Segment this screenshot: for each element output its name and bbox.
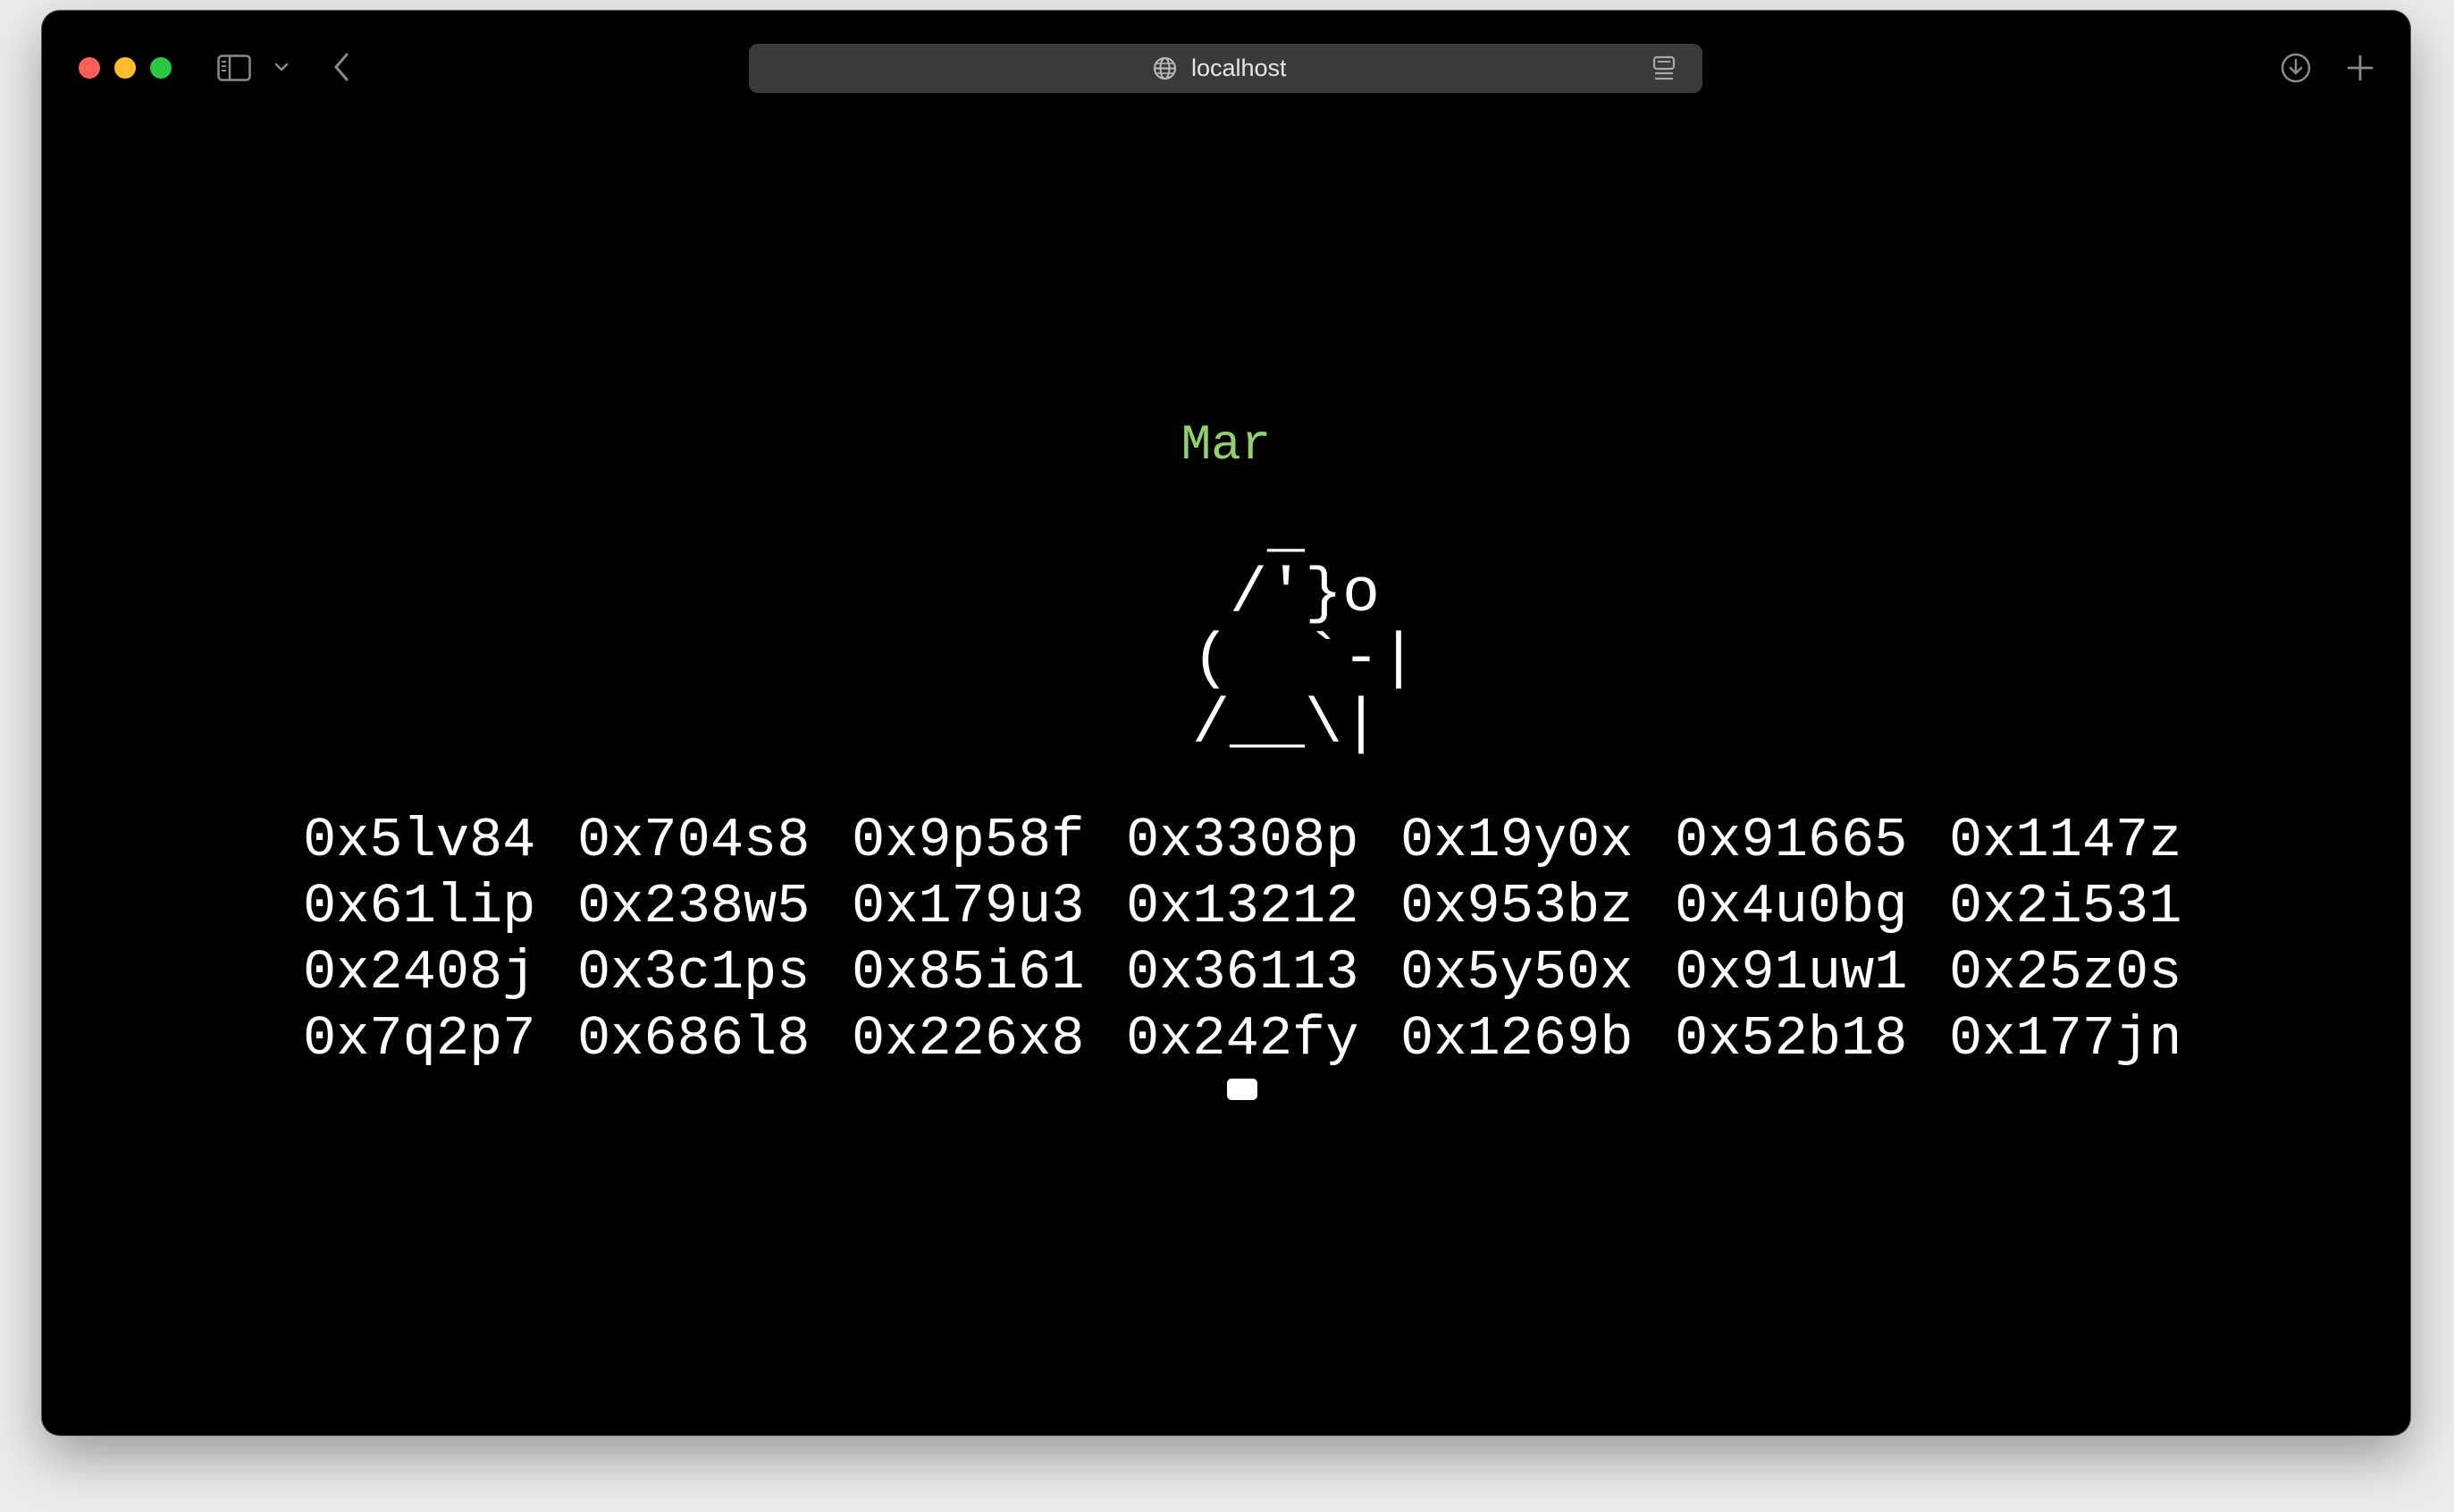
- hex-code: 0x91665: [1675, 809, 1908, 872]
- globe-icon: [1153, 56, 1177, 80]
- sidebar-toggle-icon[interactable]: [217, 55, 251, 81]
- download-icon[interactable]: [2280, 52, 2312, 84]
- hex-code: 0x3c1ps: [577, 941, 811, 1004]
- address-bar[interactable]: localhost: [749, 44, 1702, 93]
- hex-code: 0x5y50x: [1400, 941, 1634, 1004]
- reader-mode-icon[interactable]: [1651, 55, 1677, 82]
- hex-code: 0x238w5: [577, 875, 811, 938]
- hex-code: 0x2i531: [1949, 875, 2182, 938]
- text-cursor: [1227, 1079, 1257, 1100]
- browser-toolbar: localhost: [42, 11, 2410, 104]
- hex-code: 0x36113: [1126, 941, 1359, 1004]
- hex-row: 0x5lv84 0x704s8 0x9p58f 0x3308p 0x19y0x …: [303, 808, 2269, 874]
- hex-code: 0x179u3: [852, 875, 1085, 938]
- hex-row: 0x2408j 0x3c1ps 0x85i61 0x36113 0x5y50x …: [303, 940, 2269, 1006]
- minimize-window-button[interactable]: [114, 57, 136, 79]
- terminal-screen: Mar _ /'}o ( `-| /__\| 0x5lv84 0x704s8 0…: [42, 104, 2410, 1435]
- browser-window: localhost Mar _ /'}o ( `-| /__\| 0x5lv84…: [42, 11, 2410, 1435]
- hex-code: 0x226x8: [852, 1007, 1085, 1071]
- hex-code: 0x5lv84: [303, 809, 536, 872]
- hex-code: 0x19y0x: [1400, 809, 1634, 872]
- character-name: Mar: [1181, 416, 1272, 474]
- hex-code: 0x2408j: [303, 941, 536, 1004]
- back-arrow-icon[interactable]: [332, 52, 350, 82]
- address-bar-url: localhost: [1191, 55, 1287, 81]
- hex-code: 0x4u0bg: [1675, 875, 1908, 938]
- hex-code: 0x25z0s: [1949, 941, 2182, 1004]
- zoom-window-button[interactable]: [150, 57, 172, 79]
- hex-code: 0x9p58f: [852, 809, 1085, 872]
- hex-code: 0x91uw1: [1675, 941, 1908, 1004]
- hex-code: 0x704s8: [577, 809, 811, 872]
- hex-code: 0x61lip: [303, 875, 536, 938]
- hex-code: 0x85i61: [852, 941, 1085, 1004]
- hex-code: 0x242fy: [1126, 1007, 1359, 1071]
- hex-code-grid: 0x5lv84 0x704s8 0x9p58f 0x3308p 0x19y0x …: [303, 808, 2269, 1072]
- hex-code: 0x177jn: [1949, 1007, 2182, 1071]
- hex-code: 0x953bz: [1400, 875, 1634, 938]
- hex-code: 0x1269b: [1400, 1007, 1634, 1071]
- hex-code: 0x1147z: [1949, 809, 2182, 872]
- hex-code: 0x52b18: [1675, 1007, 1908, 1071]
- hex-code: 0x3308p: [1126, 809, 1359, 872]
- ascii-art-figure: _ /'}o ( `-| /__\|: [1192, 494, 1418, 760]
- hex-row: 0x61lip 0x238w5 0x179u3 0x13212 0x953bz …: [303, 874, 2269, 940]
- hex-row: 0x7q2p7 0x686l8 0x226x8 0x242fy 0x1269b …: [303, 1006, 2269, 1072]
- chevron-down-icon[interactable]: [273, 61, 290, 73]
- hex-code: 0x7q2p7: [303, 1007, 536, 1071]
- hex-code: 0x13212: [1126, 875, 1359, 938]
- close-window-button[interactable]: [79, 57, 100, 79]
- new-tab-plus-icon[interactable]: [2345, 53, 2375, 83]
- hex-code: 0x686l8: [577, 1007, 811, 1071]
